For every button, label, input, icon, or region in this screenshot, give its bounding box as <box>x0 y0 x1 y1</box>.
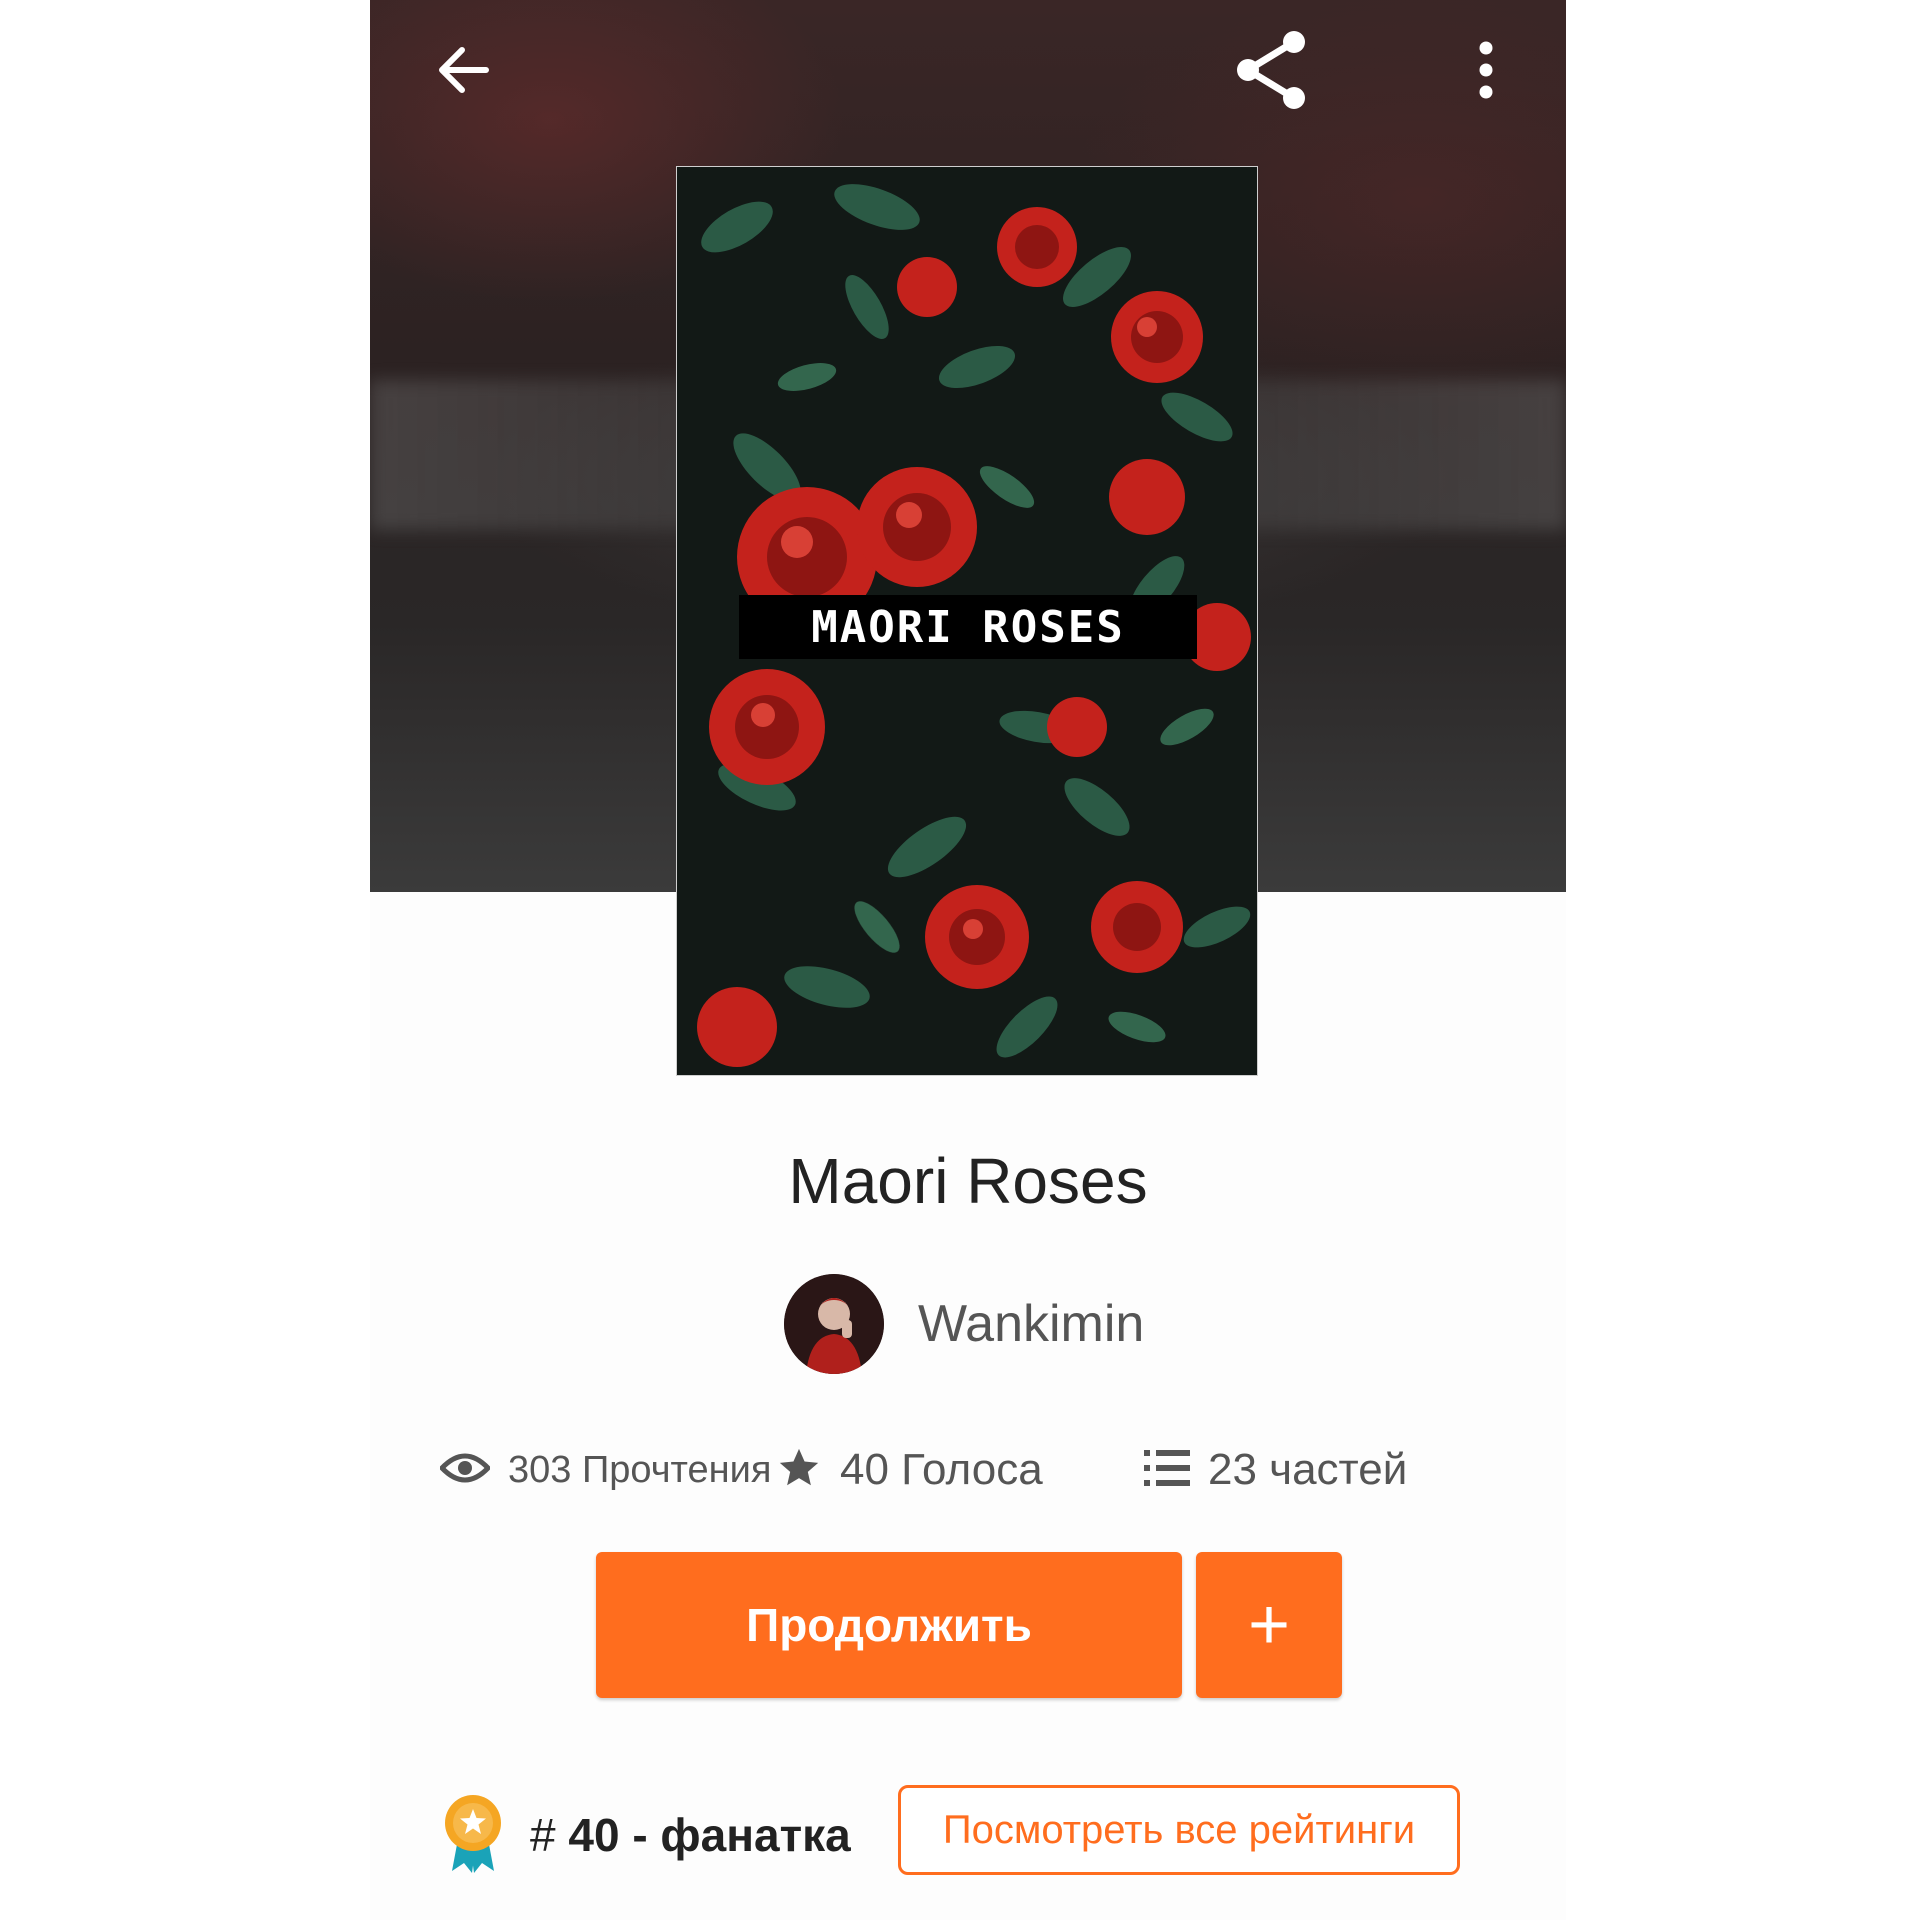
author-name[interactable]: Wankimin <box>918 1294 1144 1354</box>
parts-count: 23 частей <box>1208 1445 1408 1494</box>
eye-icon <box>438 1450 492 1491</box>
ranking-badge-row: # 40 - фанатка <box>442 1790 851 1880</box>
share-icon <box>1230 28 1314 117</box>
continue-reading-button[interactable]: Продолжить <box>596 1552 1182 1698</box>
back-button[interactable] <box>432 40 496 104</box>
reads-stat: 303 Прочтения <box>438 1435 772 1505</box>
share-button[interactable] <box>1230 30 1314 109</box>
story-details-screen: MAORI ROSES Maori Roses Wankimin 303 Про… <box>370 0 1566 1920</box>
award-ribbon-icon <box>442 1793 504 1878</box>
votes-count: 40 Голоса <box>840 1445 1043 1494</box>
book-cover[interactable]: MAORI ROSES <box>676 166 1258 1076</box>
reads-count: 303 Прочтения <box>508 1448 772 1491</box>
author-row[interactable]: Wankimin <box>784 1274 1144 1374</box>
story-stats: 303 Прочтения 40 Голоса 23 частей <box>370 1435 1566 1505</box>
arrow-left-icon <box>436 42 492 103</box>
more-options-button[interactable] <box>1454 40 1518 104</box>
ranking-label: 40 - фанатка <box>568 1809 851 1861</box>
ranking-hash: # <box>530 1809 556 1861</box>
votes-stat: 40 Голоса <box>776 1435 1043 1505</box>
add-to-library-button[interactable]: + <box>1196 1552 1342 1698</box>
story-title: Maori Roses <box>788 1145 1148 1217</box>
ranking-text: # 40 - фанатка <box>530 1808 851 1862</box>
cover-title-text: MAORI ROSES <box>739 595 1197 659</box>
view-all-rankings-button[interactable]: Посмотреть все рейтинги <box>898 1785 1460 1875</box>
avatar[interactable] <box>784 1274 884 1374</box>
list-icon <box>1144 1448 1190 1493</box>
more-vertical-icon <box>1476 40 1496 105</box>
star-icon <box>776 1445 822 1496</box>
parts-stat: 23 частей <box>1144 1435 1407 1505</box>
